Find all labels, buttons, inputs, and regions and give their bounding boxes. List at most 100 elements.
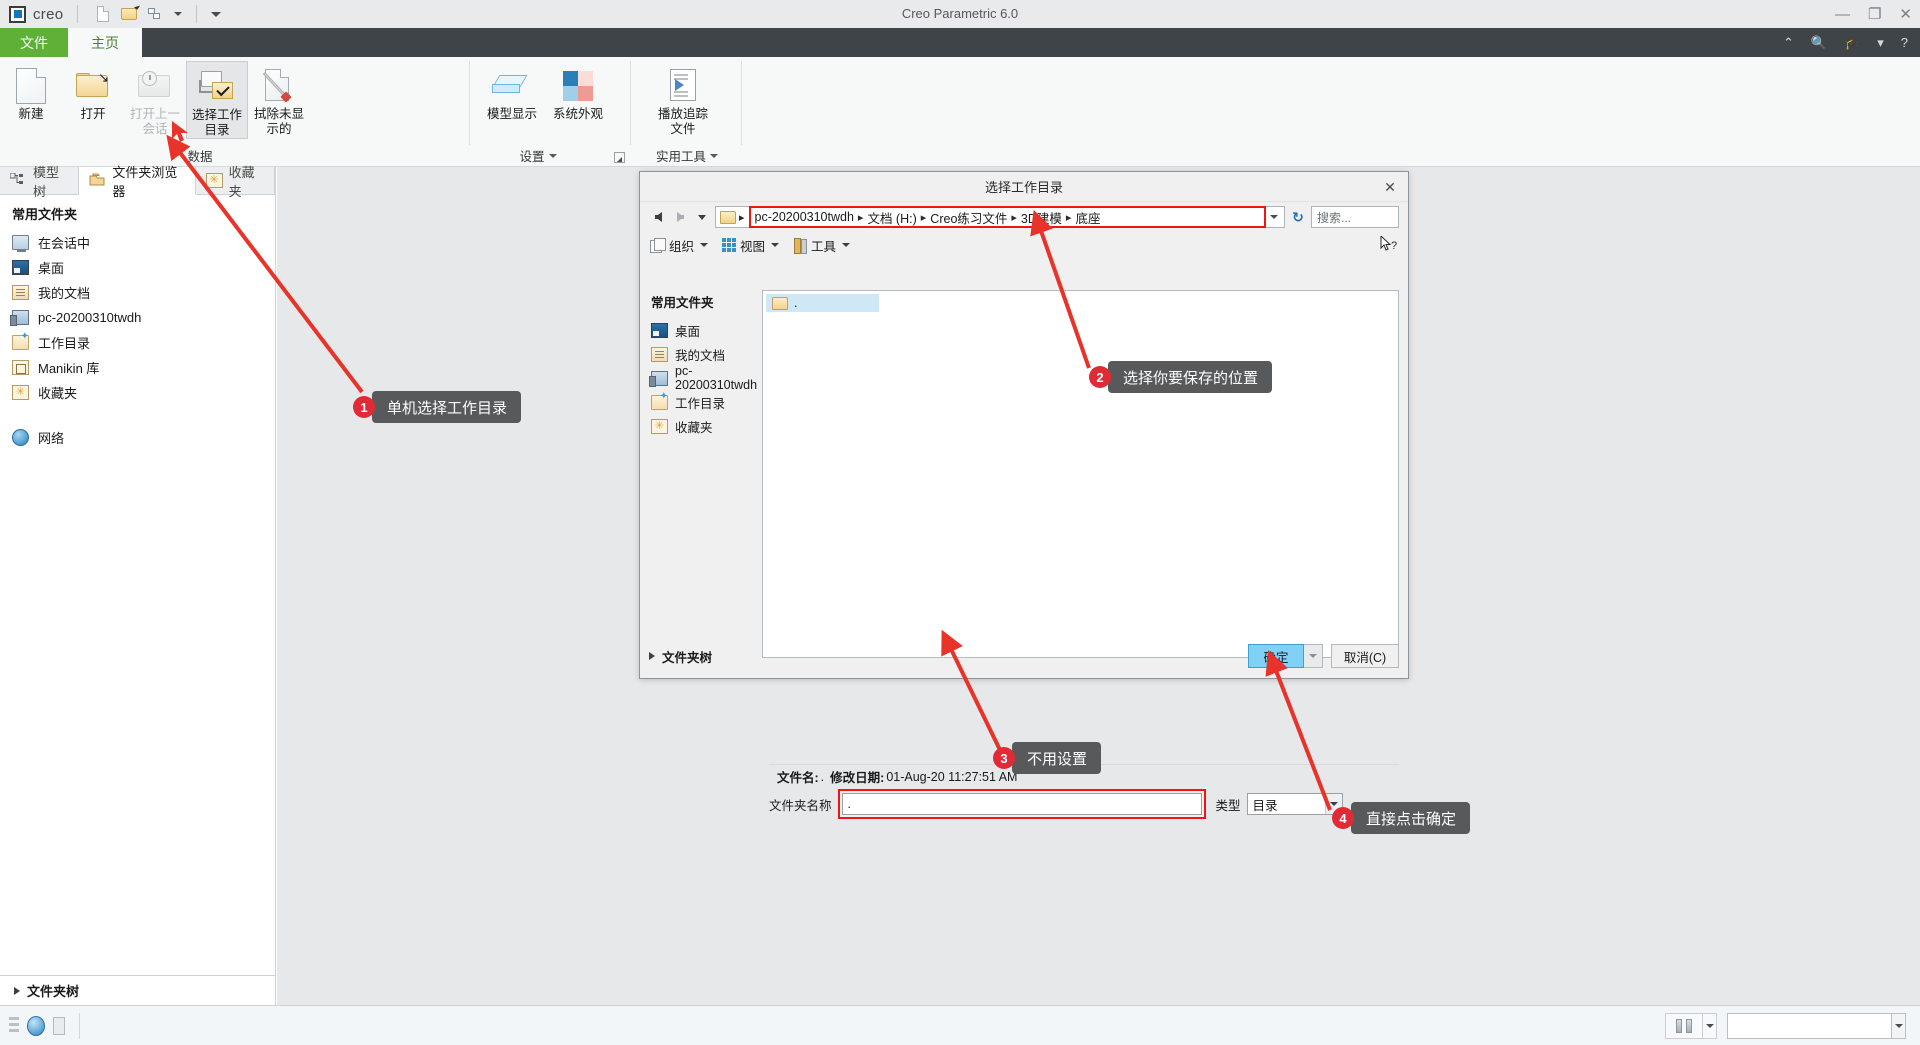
favorites-folder-icon [651, 418, 668, 434]
breadcrumb-item[interactable]: 文档 (H:) [867, 208, 916, 227]
folder-name-input[interactable]: . [841, 793, 1202, 815]
minimize-button[interactable]: — [1835, 7, 1850, 22]
maximize-button[interactable]: ❐ [1868, 7, 1881, 22]
nav-item-in-session[interactable]: 在会话中 [0, 230, 275, 255]
file-list[interactable]: . [762, 290, 1399, 658]
nav-item-computer[interactable]: pc-20200310twdh [0, 305, 275, 330]
open-last-session-icon [124, 65, 186, 107]
page-icon[interactable] [53, 1016, 65, 1035]
dialog-sidebar-item-desktop[interactable]: 桌面 [649, 318, 754, 342]
ribbon-button-system-appearance[interactable]: 系统外观 [545, 61, 611, 122]
nav-item-network[interactable]: 网络 [0, 425, 275, 450]
ribbon-button-label: 系统外观 [552, 107, 603, 121]
breadcrumb-item[interactable]: Creo练习文件 [930, 208, 1007, 227]
window-list-icon[interactable] [144, 4, 166, 25]
status-divider [79, 1012, 80, 1039]
nav-folder-tree-toggle[interactable]: 文件夹树 [0, 975, 275, 1005]
window-titlebar: Creo Parametric 6.0 creo — ❐ ✕ [0, 0, 1920, 28]
list-item[interactable]: . [766, 294, 879, 312]
ribbon-button-model-display[interactable]: 模型显示 [479, 61, 545, 122]
chevron-down-icon[interactable]: ▾ [1877, 35, 1884, 51]
status-input-dropdown-icon[interactable] [1892, 1012, 1906, 1039]
toolbar-view[interactable]: 视图 [722, 236, 780, 255]
folder-tree-label: 文件夹树 [662, 650, 713, 665]
breadcrumb-highlight[interactable]: pc-20200310twdh ▸ 文档 (H:) ▸ Creo练习文件 ▸ 3… [748, 206, 1266, 228]
ribbon-button-new[interactable]: 新建 [0, 61, 62, 122]
ribbon-group-label[interactable]: 实用工具 [632, 146, 742, 165]
breadcrumb-item[interactable]: 底座 [1075, 208, 1100, 227]
settings-dialog-launcher-icon[interactable] [614, 152, 625, 163]
callout-number: 2 [1089, 366, 1111, 388]
dialog-sidebar-item-my-documents[interactable]: 我的文档 [649, 342, 754, 366]
chevron-up-icon[interactable]: ⌃ [1783, 35, 1794, 51]
dialog-sidebar-item-favorites[interactable]: 收藏夹 [649, 414, 754, 438]
search-icon[interactable]: 🔍 [1811, 35, 1827, 51]
nav-item-manikin-library[interactable]: Manikin 库 [0, 355, 275, 380]
nav-item-label: pc-20200310twdh [38, 310, 142, 325]
ribbon-button-play-trail-file[interactable]: 播放追踪 文件 [652, 61, 714, 137]
type-select[interactable]: 目录 [1246, 793, 1343, 815]
search-tool-dropdown-icon[interactable] [1703, 1012, 1717, 1039]
nav-item-desktop[interactable]: 桌面 [0, 255, 275, 280]
tab-file[interactable]: 文件 [0, 28, 68, 57]
chevron-right-icon [14, 986, 20, 995]
ribbon-button-erase-not-displayed[interactable]: 拭除未显 示的 [248, 61, 310, 137]
refresh-icon[interactable]: ↻ [1289, 209, 1307, 226]
address-dropdown-icon[interactable] [1266, 215, 1282, 219]
dialog-close-button[interactable]: ✕ [1382, 179, 1398, 195]
ribbon-right-icons: ⌃ 🔍 🎓 ▾ ? [1783, 28, 1920, 57]
nav-tab-label: 收藏夹 [228, 164, 255, 199]
dialog-sidebar-item-computer[interactable]: pc-20200310twdh [649, 364, 758, 392]
nav-item-working-directory[interactable]: 工作目录 [0, 330, 275, 355]
nav-item-favorites[interactable]: 收藏夹 [0, 380, 275, 405]
favorites-icon [205, 173, 223, 188]
breadcrumb: pc-20200310twdh ▸ 文档 (H:) ▸ Creo练习文件 ▸ 3… [755, 208, 1101, 227]
ok-dropdown-button[interactable] [1304, 644, 1323, 668]
back-button[interactable] [649, 208, 667, 226]
toolbar-tools[interactable]: 工具 [793, 236, 851, 255]
status-input-field[interactable] [1727, 1012, 1892, 1039]
nav-tab-label: 文件夹浏览器 [112, 164, 178, 199]
cancel-button[interactable]: 取消(C) [1331, 644, 1399, 668]
folder-icon [772, 296, 788, 310]
ribbon-button-open[interactable]: ↘ 打开 [62, 61, 124, 122]
toolbar-label: 组织 [669, 239, 695, 254]
forward-button[interactable] [671, 208, 689, 226]
status-bar-right [1665, 1012, 1920, 1039]
ribbon-group-label[interactable]: 设置 [471, 146, 605, 165]
globe-icon[interactable] [27, 1015, 45, 1036]
recent-locations-button[interactable] [693, 208, 711, 226]
breadcrumb-item[interactable]: pc-20200310twdh [755, 210, 854, 224]
dialog-sidebar-item-working-directory[interactable]: 工作目录 [649, 390, 754, 414]
tab-home[interactable]: 主页 [68, 28, 142, 57]
address-bar[interactable]: ▸ pc-20200310twdh ▸ 文档 (H:) ▸ Creo练习文件 ▸… [715, 206, 1285, 228]
filter-icon[interactable] [9, 1016, 19, 1035]
model-display-icon [479, 65, 545, 107]
new-document-icon[interactable] [92, 4, 114, 25]
nav-tab-model-tree[interactable]: 模型树 [0, 165, 80, 199]
help-icon[interactable]: ? [1901, 35, 1908, 50]
search-tool-icon[interactable] [1665, 1012, 1703, 1039]
toolbar-organize[interactable]: 组织 [650, 236, 709, 255]
favorites-folder-icon [12, 385, 29, 400]
folder-tree-toggle[interactable]: 文件夹树 [649, 647, 712, 666]
nav-tab-folder-browser[interactable]: 文件夹浏览器 [79, 165, 196, 199]
sidebar-item-label: 我的文档 [675, 348, 726, 363]
sidebar-item-label: 工作目录 [675, 396, 726, 411]
file-name-value: . [820, 769, 825, 784]
nav-item-my-documents[interactable]: 我的文档 [0, 280, 275, 305]
nav-item-label: 工作目录 [38, 336, 91, 351]
modified-date-label: 修改日期: [830, 771, 885, 785]
open-document-icon[interactable] [118, 2, 141, 25]
dialog-main-area: 常用文件夹 桌面 我的文档 pc-20200310twdh 工作目录 收藏夹 [649, 290, 1399, 658]
ribbon-button-label: 选择工作 目录 [191, 108, 242, 137]
graduation-cap-icon[interactable]: 🎓 [1844, 35, 1860, 51]
nav-tab-favorites[interactable]: 收藏夹 [196, 165, 275, 199]
close-button[interactable]: ✕ [1899, 7, 1912, 22]
sidebar-item-label: pc-20200310twdh [675, 364, 758, 392]
ok-button[interactable]: 确定 [1248, 644, 1304, 668]
callout-number: 4 [1332, 807, 1354, 829]
search-input[interactable]: 搜索... [1311, 206, 1399, 228]
breadcrumb-item[interactable]: 3D建模 [1021, 208, 1062, 227]
callout-number: 3 [993, 747, 1015, 769]
